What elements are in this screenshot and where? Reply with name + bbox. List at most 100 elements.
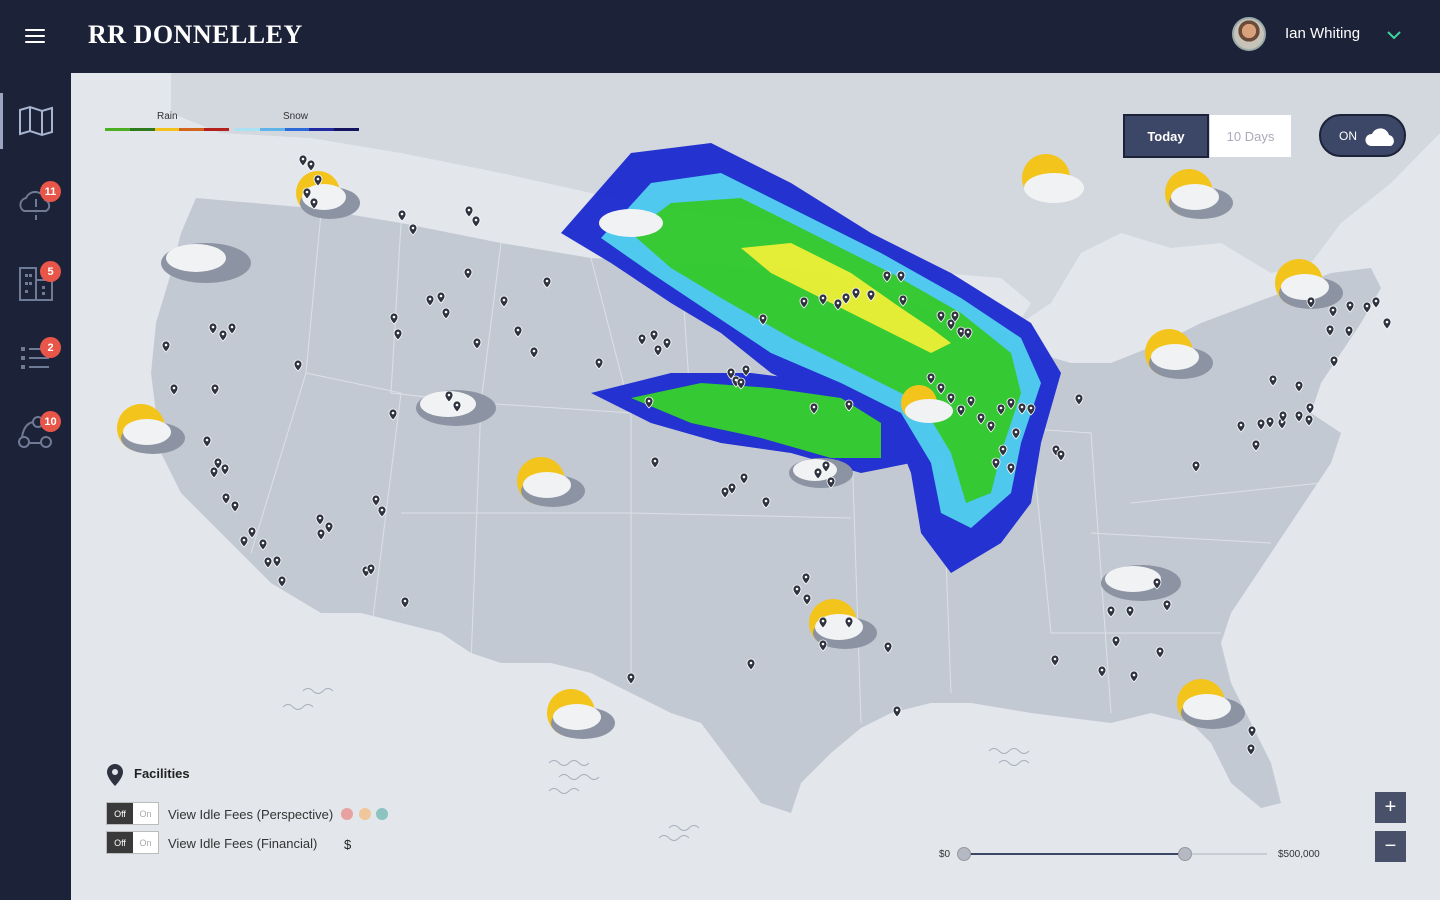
facility-pin-dot bbox=[1155, 580, 1159, 584]
slider-handle-min[interactable] bbox=[957, 847, 971, 861]
legend-swatch bbox=[284, 128, 310, 131]
facility-pin-icon[interactable] bbox=[1371, 296, 1381, 309]
facility-pin-dot bbox=[1254, 442, 1258, 446]
facility-pin-dot bbox=[466, 270, 470, 274]
idle-fees-perspective-toggle[interactable]: Off On bbox=[106, 802, 159, 825]
facility-pin-dot bbox=[1009, 400, 1013, 404]
facility-pin-dot bbox=[953, 313, 957, 317]
facility-pin-dot bbox=[296, 362, 300, 366]
weather-icon bbox=[547, 689, 615, 739]
facility-pin-icon[interactable] bbox=[298, 154, 308, 167]
slider-min-label: $0 bbox=[939, 849, 951, 860]
facility-pin-dot bbox=[821, 619, 825, 623]
facility-pin-dot bbox=[749, 661, 753, 665]
facility-pin-dot bbox=[597, 360, 601, 364]
facility-pin-dot bbox=[1250, 728, 1254, 732]
legend-swatch bbox=[334, 128, 359, 131]
cloud-icon bbox=[1365, 128, 1394, 146]
facility-pin-dot bbox=[316, 177, 320, 181]
facility-pin-dot bbox=[369, 566, 373, 570]
facility-pin-dot bbox=[242, 538, 246, 542]
tab-today[interactable]: Today bbox=[1123, 114, 1209, 158]
idle-fees-perspective-label: View Idle Fees (Perspective) bbox=[168, 807, 334, 822]
facility-pin-dot bbox=[1020, 405, 1024, 409]
facility-pin-dot bbox=[949, 321, 953, 325]
weather-map[interactable]: Rain Snow Today 10 Days ON Facilities Of… bbox=[71, 73, 1440, 900]
zoom-out-button[interactable]: − bbox=[1375, 831, 1406, 862]
facility-pin-dot bbox=[261, 541, 265, 545]
facility-pin-dot bbox=[886, 644, 890, 648]
slider-max-label: $500,000 bbox=[1278, 849, 1320, 860]
legend-swatch bbox=[179, 128, 205, 131]
chevron-down-icon[interactable] bbox=[1386, 27, 1402, 43]
avatar[interactable] bbox=[1232, 17, 1266, 51]
facility-pin-dot bbox=[212, 469, 216, 473]
facility-pin-dot bbox=[939, 313, 943, 317]
facility-pin-dot bbox=[939, 385, 943, 389]
facility-pin-dot bbox=[742, 475, 746, 479]
sidebar-item-map[interactable] bbox=[0, 91, 71, 151]
facility-pin-dot bbox=[400, 212, 404, 216]
facility-pin-dot bbox=[224, 495, 228, 499]
sidebar-item-tasks[interactable]: 2 bbox=[0, 329, 71, 389]
facility-pin-dot bbox=[250, 529, 254, 533]
facility-pin-icon[interactable] bbox=[1382, 317, 1392, 330]
facility-pin-icon[interactable] bbox=[464, 205, 474, 218]
facility-pin-dot bbox=[665, 340, 669, 344]
facility-pin-dot bbox=[1331, 308, 1335, 312]
facility-pin-dot bbox=[821, 296, 825, 300]
fee-range-slider[interactable] bbox=[957, 847, 1267, 861]
sidebar: 11 5 2 10 bbox=[0, 73, 71, 900]
facility-pin-dot bbox=[949, 395, 953, 399]
facility-pin-dot bbox=[969, 398, 973, 402]
toggle-off-label: Off bbox=[107, 832, 133, 853]
facility-pin-dot bbox=[455, 403, 459, 407]
facility-pin-dot bbox=[1158, 649, 1162, 653]
facility-pin-dot bbox=[802, 299, 806, 303]
facility-pin-dot bbox=[1114, 638, 1118, 642]
weather-icon bbox=[1101, 565, 1181, 601]
facility-pin-dot bbox=[1014, 430, 1018, 434]
facility-pin-dot bbox=[1239, 423, 1243, 427]
sidebar-item-weather-alerts[interactable]: 11 bbox=[0, 173, 71, 233]
legend-swatch bbox=[259, 128, 285, 131]
facility-pin-dot bbox=[280, 578, 284, 582]
facility-pin-dot bbox=[1348, 303, 1352, 307]
tab-10-days[interactable]: 10 Days bbox=[1209, 114, 1292, 158]
map-canvas bbox=[117, 73, 1440, 841]
facility-pin-dot bbox=[392, 315, 396, 319]
facility-pin-dot bbox=[1271, 377, 1275, 381]
menu-icon[interactable] bbox=[25, 29, 45, 44]
map-icon bbox=[18, 105, 53, 137]
facility-pin-dot bbox=[1281, 413, 1285, 417]
facility-pin-icon[interactable] bbox=[397, 209, 407, 222]
facility-pin-dot bbox=[230, 325, 234, 329]
facility-pin-icon[interactable] bbox=[892, 705, 902, 718]
toggle-on-label: On bbox=[139, 808, 152, 819]
facility-pin-dot bbox=[444, 310, 448, 314]
idle-fees-financial-toggle[interactable]: Off On bbox=[106, 831, 159, 854]
precipitation-legend: Rain Snow bbox=[105, 111, 365, 135]
facility-pin-dot bbox=[629, 675, 633, 679]
facility-pin-dot bbox=[795, 587, 799, 591]
user-name[interactable]: Ian Whiting bbox=[1285, 25, 1360, 42]
rain-label: Rain bbox=[157, 111, 178, 122]
facility-pin-icon[interactable] bbox=[471, 215, 481, 228]
facility-pin-dot bbox=[545, 279, 549, 283]
facility-pin-dot bbox=[213, 386, 217, 390]
financial-symbol: $ bbox=[344, 837, 352, 852]
facility-pin-icon[interactable] bbox=[306, 159, 316, 172]
facility-pin-dot bbox=[1268, 419, 1272, 423]
facility-pin-dot bbox=[959, 329, 963, 333]
sidebar-item-facilities[interactable]: 5 bbox=[0, 253, 71, 313]
cloud-overlay-toggle[interactable]: ON bbox=[1319, 114, 1406, 157]
legend-swatch bbox=[309, 128, 335, 131]
facility-pin-dot bbox=[824, 463, 828, 467]
facility-pin-dot bbox=[1365, 304, 1369, 308]
facility-pin-dot bbox=[1194, 463, 1198, 467]
facility-pin-dot bbox=[1374, 299, 1378, 303]
sidebar-item-network[interactable]: 10 bbox=[0, 403, 71, 463]
zoom-in-button[interactable]: + bbox=[1375, 792, 1406, 823]
facility-pin-dot bbox=[812, 405, 816, 409]
toggle-on-label: On bbox=[139, 837, 152, 848]
